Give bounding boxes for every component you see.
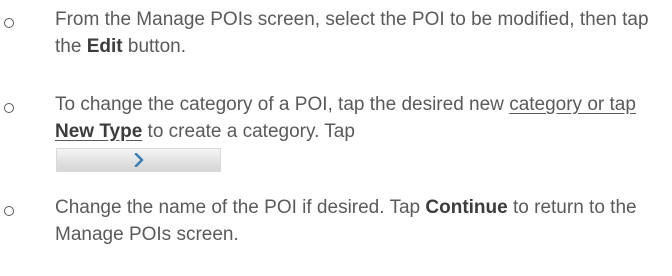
step-text: Change the name of the POI if desired. T… <box>55 197 637 245</box>
step-text: From the Manage POIs screen, select the … <box>55 9 649 57</box>
circle-bullet-icon <box>4 206 14 216</box>
chevron-right-icon <box>134 153 144 167</box>
circle-bullet-icon <box>4 103 14 113</box>
step-text: To change the category of a POI, tap the… <box>55 91 672 172</box>
circle-bullet-icon <box>4 18 14 28</box>
edit-label: Edit <box>86 36 123 57</box>
next-button[interactable] <box>56 148 221 172</box>
new-type-label: New Type <box>55 121 143 142</box>
continue-label: Continue <box>425 197 508 218</box>
